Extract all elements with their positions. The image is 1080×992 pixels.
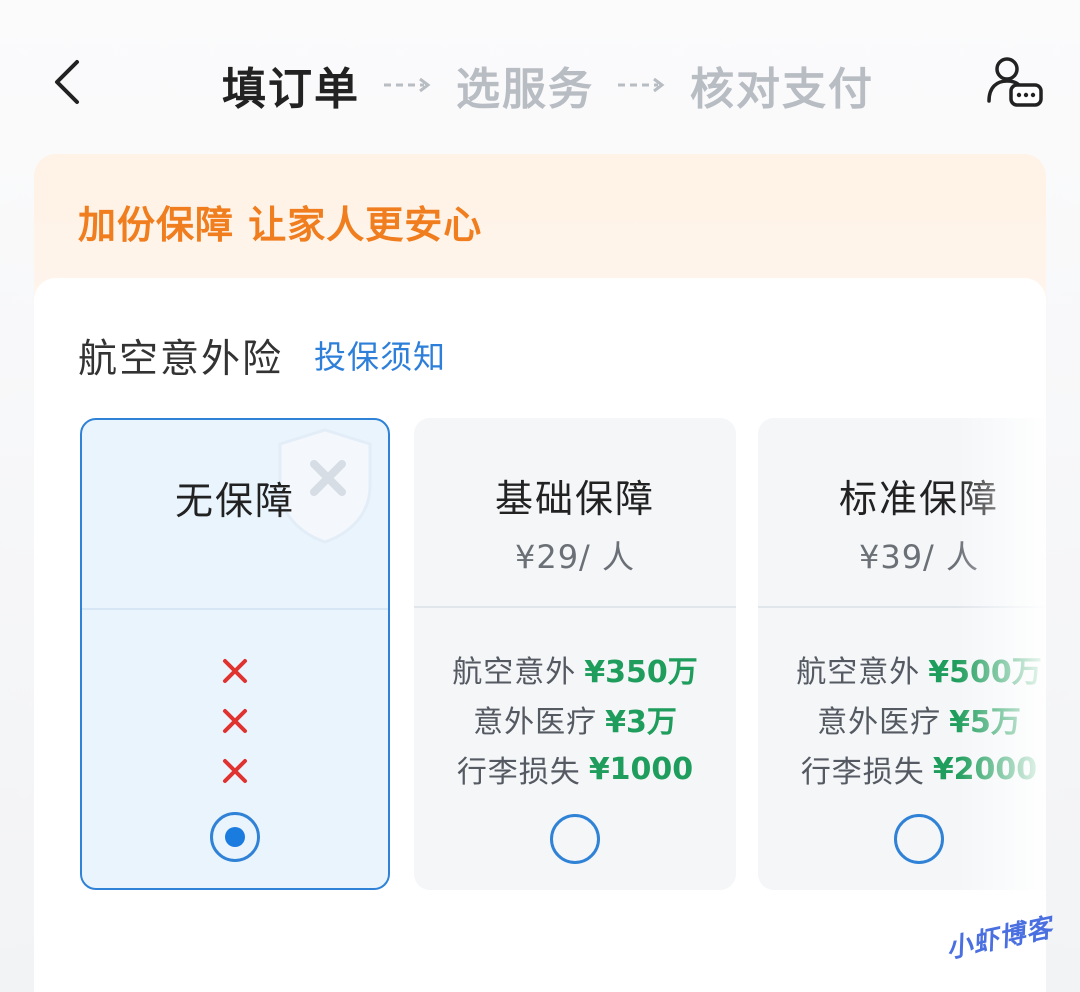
- coverage-row: 航空意外 ¥500万: [758, 644, 1046, 694]
- plan-radio-selected[interactable]: [210, 812, 260, 862]
- step-choose-service: 选服务: [456, 64, 594, 115]
- plan-radio[interactable]: [894, 814, 944, 864]
- coverage-list: 航空意外 ¥500万 意外医疗 ¥5万 行李损失 ¥2000: [758, 644, 1046, 794]
- plan-standard[interactable]: 标准保障 ¥39/ 人 航空意外 ¥500万 意外医疗 ¥5万 行李损失 ¥20…: [758, 418, 1046, 890]
- plan-price: ¥29/ 人: [514, 538, 636, 576]
- coverage-list: 航空意外 ¥350万 意外医疗 ¥3万 行李损失 ¥1000: [414, 644, 736, 794]
- coverage-row: [82, 746, 388, 796]
- plan-options: 无保障 基础保障 ¥29/ 人 航空意外 ¥350万 意外医疗 ¥3万 行李损失…: [34, 278, 1046, 992]
- coverage-row: 航空意外 ¥350万: [414, 644, 736, 694]
- plan-radio[interactable]: [550, 814, 600, 864]
- insurance-card: 航空意外险 投保须知 无保障 基础保障 ¥29/ 人 航空意外 ¥350万 意外…: [34, 278, 1046, 992]
- plan-name: 基础保障: [494, 477, 655, 521]
- cross-icon: [223, 659, 247, 683]
- coverage-value: ¥1000: [588, 751, 694, 787]
- back-button[interactable]: [36, 52, 96, 112]
- plan-header: 无保障: [82, 420, 388, 608]
- order-steps: 填订单 选服务 核对支付: [222, 50, 874, 120]
- plan-name: 无保障: [174, 479, 295, 523]
- plan-price: ¥39/ 人: [858, 538, 980, 576]
- coverage-label: 航空意外: [452, 655, 577, 690]
- customer-service-button[interactable]: [985, 55, 1045, 111]
- divider: [82, 608, 388, 610]
- plan-header: 标准保障 ¥39/ 人: [758, 418, 1046, 606]
- customer-service-icon: [987, 57, 1043, 107]
- top-nav-bar: 填订单 选服务 核对支付: [0, 0, 1080, 160]
- coverage-row: 行李损失 ¥2000: [758, 744, 1046, 794]
- coverage-value: ¥350万: [584, 655, 698, 690]
- divider: [414, 606, 736, 608]
- coverage-label: 航空意外: [796, 655, 921, 690]
- cross-icon: [223, 759, 247, 783]
- coverage-row: 行李损失 ¥1000: [414, 744, 736, 794]
- chevron-left-icon: [55, 60, 79, 104]
- plan-basic[interactable]: 基础保障 ¥29/ 人 航空意外 ¥350万 意外医疗 ¥3万 行李损失 ¥10…: [414, 418, 736, 890]
- plan-name: 标准保障: [838, 477, 999, 521]
- divider: [758, 606, 1046, 608]
- coverage-row: [82, 646, 388, 696]
- coverage-list: [82, 646, 388, 796]
- coverage-label: 行李损失: [800, 755, 925, 790]
- step-confirm-pay: 核对支付: [690, 64, 874, 115]
- step-fill-order: 填订单: [222, 64, 360, 115]
- coverage-label: 行李损失: [456, 755, 581, 790]
- dashed-arrow-icon: [616, 75, 668, 95]
- promo-text: 加份保障 让家人更安心: [78, 203, 483, 247]
- coverage-value: ¥5万: [949, 705, 1021, 740]
- plan-header: 基础保障 ¥29/ 人: [414, 418, 736, 606]
- coverage-value: ¥500万: [928, 655, 1042, 690]
- cross-icon: [223, 709, 247, 733]
- coverage-value: ¥3万: [605, 705, 677, 740]
- coverage-label: 意外医疗: [817, 705, 942, 740]
- coverage-row: [82, 696, 388, 746]
- plan-no-coverage[interactable]: 无保障: [80, 418, 390, 890]
- coverage-row: 意外医疗 ¥5万: [758, 694, 1046, 744]
- coverage-row: 意外医疗 ¥3万: [414, 694, 736, 744]
- dashed-arrow-icon: [382, 75, 434, 95]
- coverage-label: 意外医疗: [473, 705, 598, 740]
- coverage-value: ¥2000: [932, 751, 1038, 787]
